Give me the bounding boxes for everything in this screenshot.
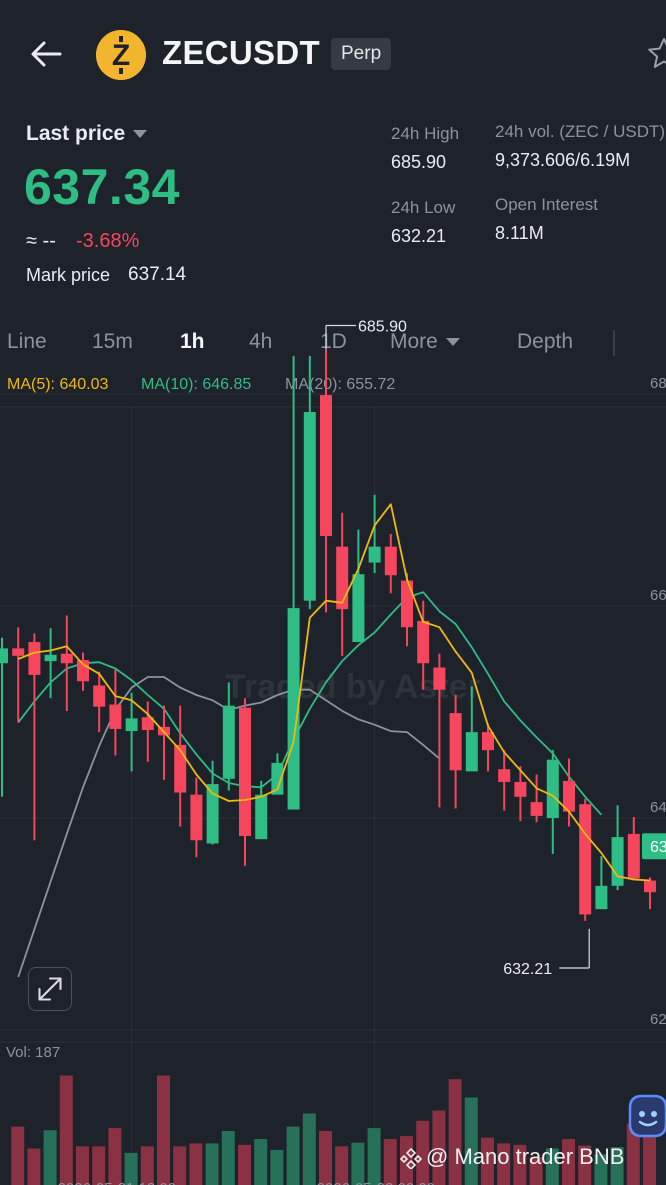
- candle-body: [222, 705, 235, 779]
- x-tick-label: 2026-05-22 00:00: [317, 1180, 435, 1185]
- price-axis-label: 660: [650, 587, 666, 604]
- candle-body: [595, 885, 608, 910]
- candle-body: [546, 759, 559, 818]
- candle-body: [60, 653, 73, 664]
- candle-body: [498, 769, 511, 782]
- price-axis-label: 620: [650, 1011, 666, 1028]
- volume-bar: [59, 1075, 73, 1185]
- candle-body: [352, 574, 365, 643]
- candle-body: [190, 794, 203, 841]
- expand-icon[interactable]: [28, 967, 72, 1011]
- volume-bar: [383, 1139, 397, 1185]
- volume-bar: [189, 1143, 203, 1185]
- candle-body: [368, 546, 381, 563]
- watermark: @ Mano trader BNB: [400, 1144, 624, 1170]
- assistant-bot-icon[interactable]: [624, 1090, 666, 1150]
- volume-bar: [367, 1128, 381, 1185]
- binance-logo-icon: [400, 1148, 422, 1170]
- price-axis-label: 680: [650, 375, 666, 392]
- volume-bar: [270, 1149, 284, 1185]
- candle-body: [384, 546, 397, 576]
- volume-bar: [108, 1128, 122, 1185]
- volume-bar: [302, 1113, 316, 1185]
- candle-body: [303, 412, 316, 601]
- candle-body: [417, 620, 430, 664]
- candle-body: [28, 642, 41, 675]
- candle-body: [611, 837, 624, 886]
- candle-body: [401, 580, 413, 628]
- candle-body: [109, 704, 122, 729]
- candle-body: [93, 685, 106, 707]
- volume-bar: [464, 1097, 478, 1185]
- candle-body: [255, 794, 268, 840]
- candle-body: [174, 744, 187, 793]
- volume-bar: [43, 1130, 57, 1185]
- x-tick-label: 2026-05-21 12:00: [58, 1180, 176, 1185]
- volume-bar: [319, 1130, 332, 1185]
- candle-body: [433, 667, 446, 690]
- candle-body: [514, 781, 527, 797]
- price-chart[interactable]: 680660640620Traded by Aster685.90632.216…: [0, 0, 666, 1185]
- candle-body: [0, 648, 8, 664]
- volume-label: Vol: 187: [6, 1044, 60, 1061]
- volume-bar: [286, 1126, 300, 1185]
- price-axis-label: 640: [650, 799, 666, 816]
- candle-body: [579, 804, 592, 915]
- volume-bar: [238, 1144, 251, 1185]
- candle-body: [627, 833, 640, 879]
- candle-body: [125, 718, 138, 732]
- candle-body: [644, 880, 656, 893]
- high-annotation: 685.90: [358, 318, 407, 335]
- candle-body: [12, 648, 25, 656]
- volume-bar: [27, 1148, 41, 1185]
- candle-body: [239, 707, 251, 837]
- volume-bar: [351, 1142, 365, 1185]
- volume-bar: [11, 1126, 25, 1185]
- candle-body: [482, 732, 494, 751]
- candle-body: [336, 546, 349, 610]
- candle-body: [465, 732, 478, 772]
- volume-bar: [205, 1143, 219, 1185]
- candle-body: [44, 654, 57, 662]
- watermark-text: @ Mano trader BNB: [426, 1144, 625, 1169]
- current-price-tag-label: 637.34: [650, 839, 666, 856]
- volume-bar: [157, 1075, 170, 1185]
- volume-bar: [254, 1139, 268, 1185]
- candle-body: [449, 713, 462, 771]
- candle-body: [320, 395, 332, 537]
- low-annotation: 632.21: [503, 961, 552, 978]
- candle-body: [530, 802, 543, 816]
- volume-bar: [221, 1130, 235, 1185]
